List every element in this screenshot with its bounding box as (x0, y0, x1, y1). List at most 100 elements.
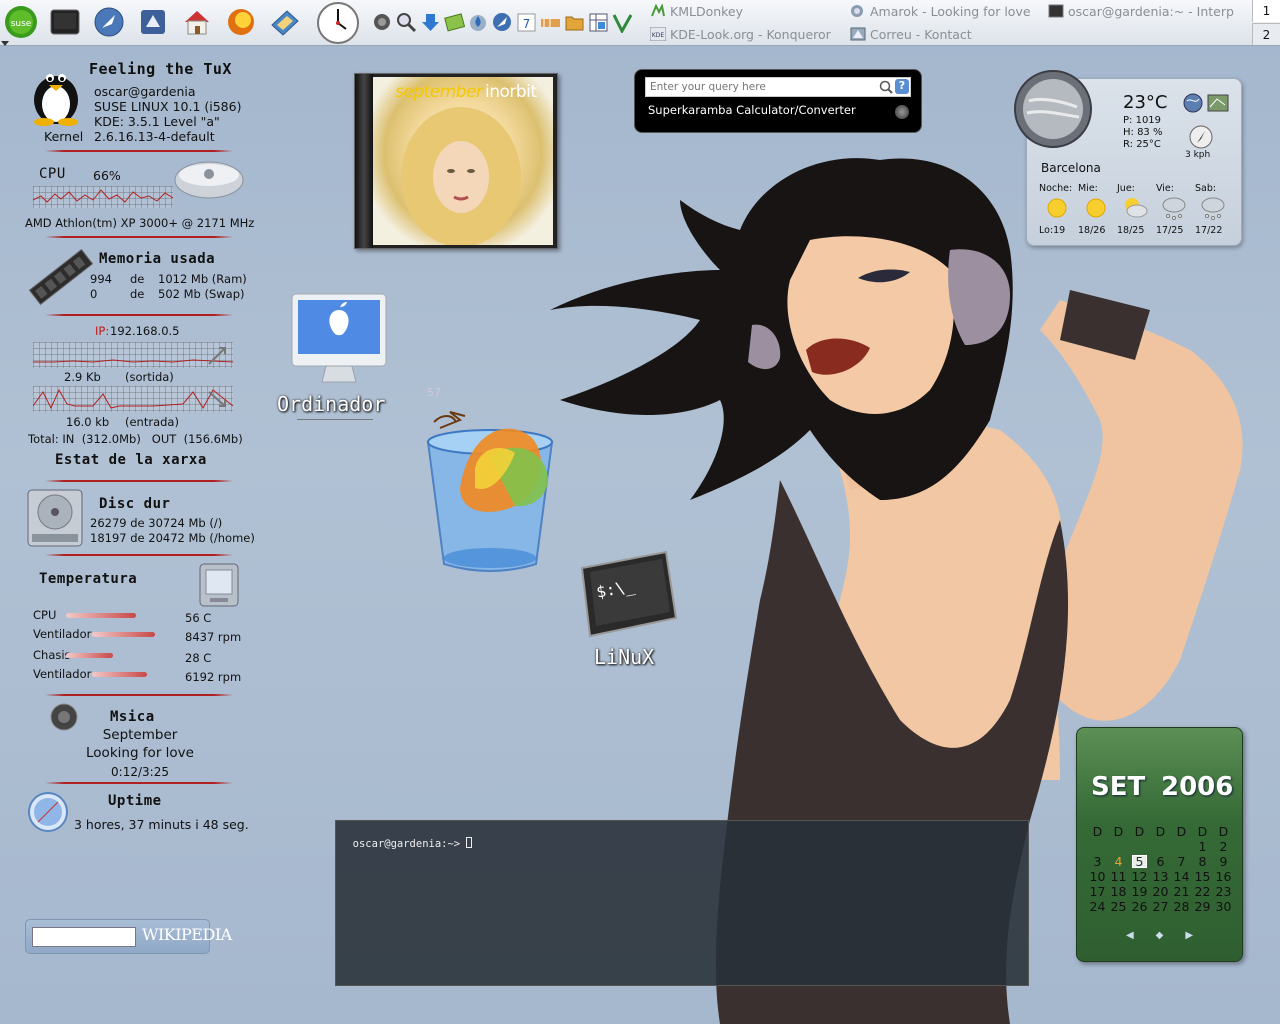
current-month-button[interactable]: ◆ (1156, 930, 1164, 941)
firefox-icon[interactable] (224, 5, 258, 39)
calendar-day[interactable]: 17 (1087, 884, 1108, 899)
calendar-day[interactable]: 2 (1213, 839, 1234, 854)
calendar-day[interactable]: 10 (1087, 869, 1108, 884)
panel-menu-arrow-icon[interactable] (1, 36, 9, 46)
speaker-icon[interactable] (372, 12, 393, 33)
browser-icon[interactable] (492, 12, 513, 33)
weekday-label: D (1092, 824, 1103, 839)
globe-icon[interactable] (1183, 93, 1203, 113)
terminal-app-icon: $:\_ (580, 550, 678, 638)
bookmarks-icon[interactable] (268, 5, 302, 39)
notes-icon[interactable] (444, 12, 466, 33)
task-kmldonkey[interactable]: KMLDonkey (650, 0, 840, 22)
terminal-icon[interactable] (48, 5, 82, 39)
calendar-day[interactable]: 16 (1213, 869, 1234, 884)
vector-icon[interactable] (612, 12, 633, 35)
task-amarok[interactable]: Amarok - Looking for love (850, 0, 1040, 22)
calendar-day[interactable]: 26 (1129, 899, 1150, 914)
calendar-day[interactable]: 14 (1171, 869, 1192, 884)
calendar-day[interactable]: 5 (1132, 855, 1147, 868)
pager-label: 1 (1262, 4, 1271, 18)
calculator-converter-widget: ? Superkaramba Calculator/Converter (634, 69, 922, 133)
temp-level-bar (66, 653, 113, 658)
calendar-day[interactable]: 4 (1108, 854, 1129, 869)
calendar-day[interactable]: 6 (1150, 854, 1171, 869)
forecast-temps: 18/25 (1117, 225, 1145, 236)
network-icon[interactable] (540, 12, 561, 33)
album-art (373, 77, 553, 247)
calendar-day[interactable]: 21 (1171, 884, 1192, 899)
clock-icon[interactable] (316, 1, 360, 45)
download-icon[interactable] (420, 12, 441, 33)
weekday-label: D (1176, 824, 1187, 839)
desktop-terminal[interactable]: oscar@gardenia:~> (335, 820, 1029, 986)
calendar-day[interactable]: 22 (1192, 884, 1213, 899)
cpu-label: CPU (39, 166, 66, 182)
temp-row-label: CPU (33, 608, 57, 622)
next-month-button[interactable]: ▶ (1185, 930, 1193, 941)
calendar-day[interactable]: 3 (1087, 854, 1108, 869)
memory-title: Memoria usada (99, 251, 216, 267)
calendar-day[interactable]: 9 (1213, 854, 1234, 869)
calendar-day[interactable]: 18 (1108, 884, 1129, 899)
calendar-day[interactable]: 25 (1108, 899, 1129, 914)
calendar-7-icon[interactable]: 7 (516, 12, 537, 33)
wikipedia-logo: WIKIPEDIA (142, 925, 232, 944)
pager-desktop-1[interactable]: 1 (1252, 0, 1280, 22)
suse-menu-icon[interactable]: suse (4, 5, 38, 39)
calendar-day[interactable]: 7 (1171, 854, 1192, 869)
drops-icon[interactable] (468, 12, 489, 33)
folder-icon[interactable] (564, 12, 585, 33)
sysinfo-kde: KDE: 3.5.1 Level "a" (94, 114, 220, 129)
calendar-day[interactable]: 27 (1150, 899, 1171, 914)
weather-humidity: H: 83 % (1123, 127, 1163, 138)
weather-widget: 23°C P: 1019 H: 83 % R: 25°C 3 kph Barce… (1014, 70, 1242, 246)
weather-pressure: P: 1019 (1123, 115, 1162, 126)
calendar-day[interactable]: 12 (1129, 869, 1150, 884)
pager-desktop-2[interactable]: 2 (1252, 23, 1280, 45)
calendar-day[interactable]: 20 (1150, 884, 1171, 899)
calendar-day[interactable]: 1 (1192, 839, 1213, 854)
calendar-day[interactable]: 29 (1192, 899, 1213, 914)
home-icon[interactable] (180, 5, 214, 39)
task-konsole[interactable]: oscar@gardenia:~ - Interp (1048, 0, 1248, 22)
wikipedia-search-input[interactable] (32, 927, 136, 947)
search-icon[interactable] (396, 12, 417, 33)
terminal-cursor (466, 837, 473, 848)
calendar-day[interactable]: 15 (1192, 869, 1213, 884)
sysinfo-title: Feeling the TuX (89, 60, 232, 78)
calendar-empty-cell (1087, 839, 1108, 854)
sysinfo-kernel: 2.6.16.13-4-default (94, 129, 215, 144)
ip-address: 192.168.0.5 (110, 324, 180, 338)
weather-wind: 3 kph (1185, 150, 1211, 160)
mail-icon[interactable] (136, 5, 170, 39)
cpu-percent: 66% (93, 168, 121, 183)
prev-month-button[interactable]: ◀ (1126, 930, 1134, 941)
album-title-text: inorbit (485, 82, 537, 102)
music-artist: September (102, 727, 178, 743)
desktop-icon-label: LiNuX (594, 645, 655, 669)
network-out-label: (sortida) (125, 370, 174, 384)
calendar-day[interactable]: 24 (1087, 899, 1108, 914)
task-kontact[interactable]: Correu - Kontact (850, 23, 1040, 45)
konqueror-icon[interactable] (92, 5, 126, 39)
radar-map-icon[interactable] (1207, 93, 1229, 113)
calendar-day[interactable]: 19 (1129, 884, 1150, 899)
settings-knob-icon[interactable] (895, 105, 909, 119)
calendar-day[interactable]: 8 (1192, 854, 1213, 869)
calendar-day[interactable]: 11 (1108, 869, 1129, 884)
task-konqueror[interactable]: KDE KDE-Look.org - Konqueror (650, 23, 840, 45)
spreadsheet-icon[interactable] (588, 12, 609, 33)
svg-text:suse: suse (11, 19, 32, 29)
calendar-day[interactable]: 13 (1150, 869, 1171, 884)
calendar-grid: D D D D D D D 1 2 3 4 5 6 7 8 9 10 11 12 13 14 15 16 17 18 19 20 21… (1087, 824, 1235, 914)
magnifier-icon[interactable] (879, 80, 893, 97)
temp-level-bar (92, 672, 147, 677)
album-cover-widget[interactable]: september inorbit (354, 73, 558, 249)
calendar-day[interactable]: 23 (1213, 884, 1234, 899)
help-icon[interactable]: ? (895, 79, 909, 94)
calendar-day[interactable]: 30 (1213, 899, 1234, 914)
calendar-day[interactable]: 28 (1171, 899, 1192, 914)
query-input[interactable] (645, 77, 911, 97)
network-title: Estat de la xarxa (55, 452, 207, 468)
